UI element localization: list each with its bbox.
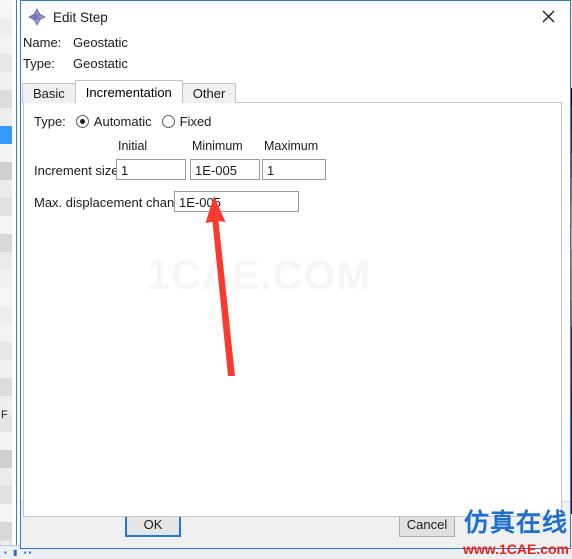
background-tree-row[interactable] (0, 198, 12, 217)
background-tree-row[interactable] (0, 324, 12, 343)
radio-fixed[interactable]: Fixed (161, 113, 212, 129)
max-displacement-change-input[interactable]: 1E-005 (174, 191, 299, 212)
background-tree-row[interactable] (0, 306, 12, 325)
background-tree-row[interactable] (0, 18, 12, 37)
background-tree-row[interactable] (0, 468, 12, 487)
background-tree-row[interactable] (0, 342, 12, 361)
background-tree-row[interactable] (0, 504, 12, 523)
background-tree-row[interactable] (0, 36, 12, 55)
increment-type-row: Type: Automatic Fixed (24, 111, 561, 131)
dialog-titlebar[interactable]: Edit Step (21, 1, 570, 33)
background-tree-row[interactable] (0, 216, 12, 235)
increment-size-label: Increment size: (34, 163, 123, 178)
background-tree-row[interactable] (0, 144, 12, 163)
step-info-area: Name: Geostatic Type: Geostatic (21, 33, 570, 77)
max-displacement-change-label: Max. displacement change: (34, 195, 193, 210)
background-tree-row[interactable] (0, 522, 12, 541)
incrementation-panel: Type: Automatic Fixed Initial Minimum Ma… (23, 102, 562, 517)
increment-size-minimum-input[interactable]: 1E-005 (190, 159, 260, 180)
radio-automatic-label: Automatic (93, 113, 152, 129)
background-status-icons: ▪ ▮ ▪▪ (4, 548, 34, 557)
background-tree-row-selected[interactable] (0, 126, 12, 145)
background-tree-row[interactable] (0, 0, 12, 19)
increment-size-maximum-input[interactable]: 1 (262, 159, 326, 180)
step-name-value: Geostatic (73, 35, 128, 50)
background-tree-row[interactable] (0, 378, 12, 397)
background-tree-row[interactable] (0, 162, 12, 181)
background-tree-row[interactable] (0, 288, 12, 307)
edit-step-dialog: Edit Step Name: Geostatic Type: Geostati… (20, 0, 571, 549)
dialog-tabstrip: Basic Incrementation Other (22, 80, 570, 103)
dialog-title: Edit Step (53, 9, 108, 25)
increment-size-row: Increment size: 1 1E-005 1 (24, 159, 561, 183)
tab-other[interactable]: Other (181, 83, 237, 103)
background-tree-row[interactable] (0, 108, 12, 127)
step-name-label: Name: (23, 35, 62, 50)
tab-incrementation[interactable]: Incrementation (74, 80, 183, 103)
radio-fixed-indicator (161, 114, 175, 128)
radio-automatic[interactable]: Automatic (75, 113, 152, 129)
background-tree-row[interactable] (0, 360, 12, 379)
background-tree-row[interactable] (0, 90, 12, 109)
background-tree-row[interactable] (0, 252, 12, 271)
abaqus-diamond-icon (27, 7, 47, 27)
background-frame-label: F (1, 409, 8, 421)
max-displacement-change-row: Max. displacement change: 1E-005 (24, 191, 561, 215)
increment-type-label: Type: (34, 113, 66, 129)
column-header-initial: Initial (118, 139, 148, 153)
background-tree-row[interactable] (0, 234, 12, 253)
background-tree-row[interactable] (0, 432, 12, 451)
background-tree-row[interactable] (0, 180, 12, 199)
background-tree-row[interactable] (0, 450, 12, 469)
increment-column-headers: Initial Minimum Maximum (24, 139, 561, 157)
step-type-label: Type: (23, 56, 55, 71)
background-tree-row[interactable] (0, 486, 12, 505)
radio-automatic-indicator (75, 114, 89, 128)
background-tree-row[interactable] (0, 54, 12, 73)
step-type-value: Geostatic (73, 56, 128, 71)
step-type-row: Type: Geostatic (21, 56, 570, 77)
column-header-maximum: Maximum (264, 139, 319, 153)
column-header-minimum: Minimum (192, 139, 243, 153)
step-name-row: Name: Geostatic (21, 35, 570, 56)
background-tree-row[interactable] (0, 270, 12, 289)
radio-fixed-label: Fixed (179, 113, 212, 129)
screen: F ▪ ▮ ▪▪ Edit Step Name: Geostatic Type:… (0, 0, 572, 559)
background-divider-line (16, 0, 17, 546)
increment-size-initial-input[interactable]: 1 (116, 159, 186, 180)
background-tree-row[interactable] (0, 72, 12, 91)
close-icon[interactable] (526, 1, 570, 31)
tab-basic[interactable]: Basic (22, 83, 76, 103)
